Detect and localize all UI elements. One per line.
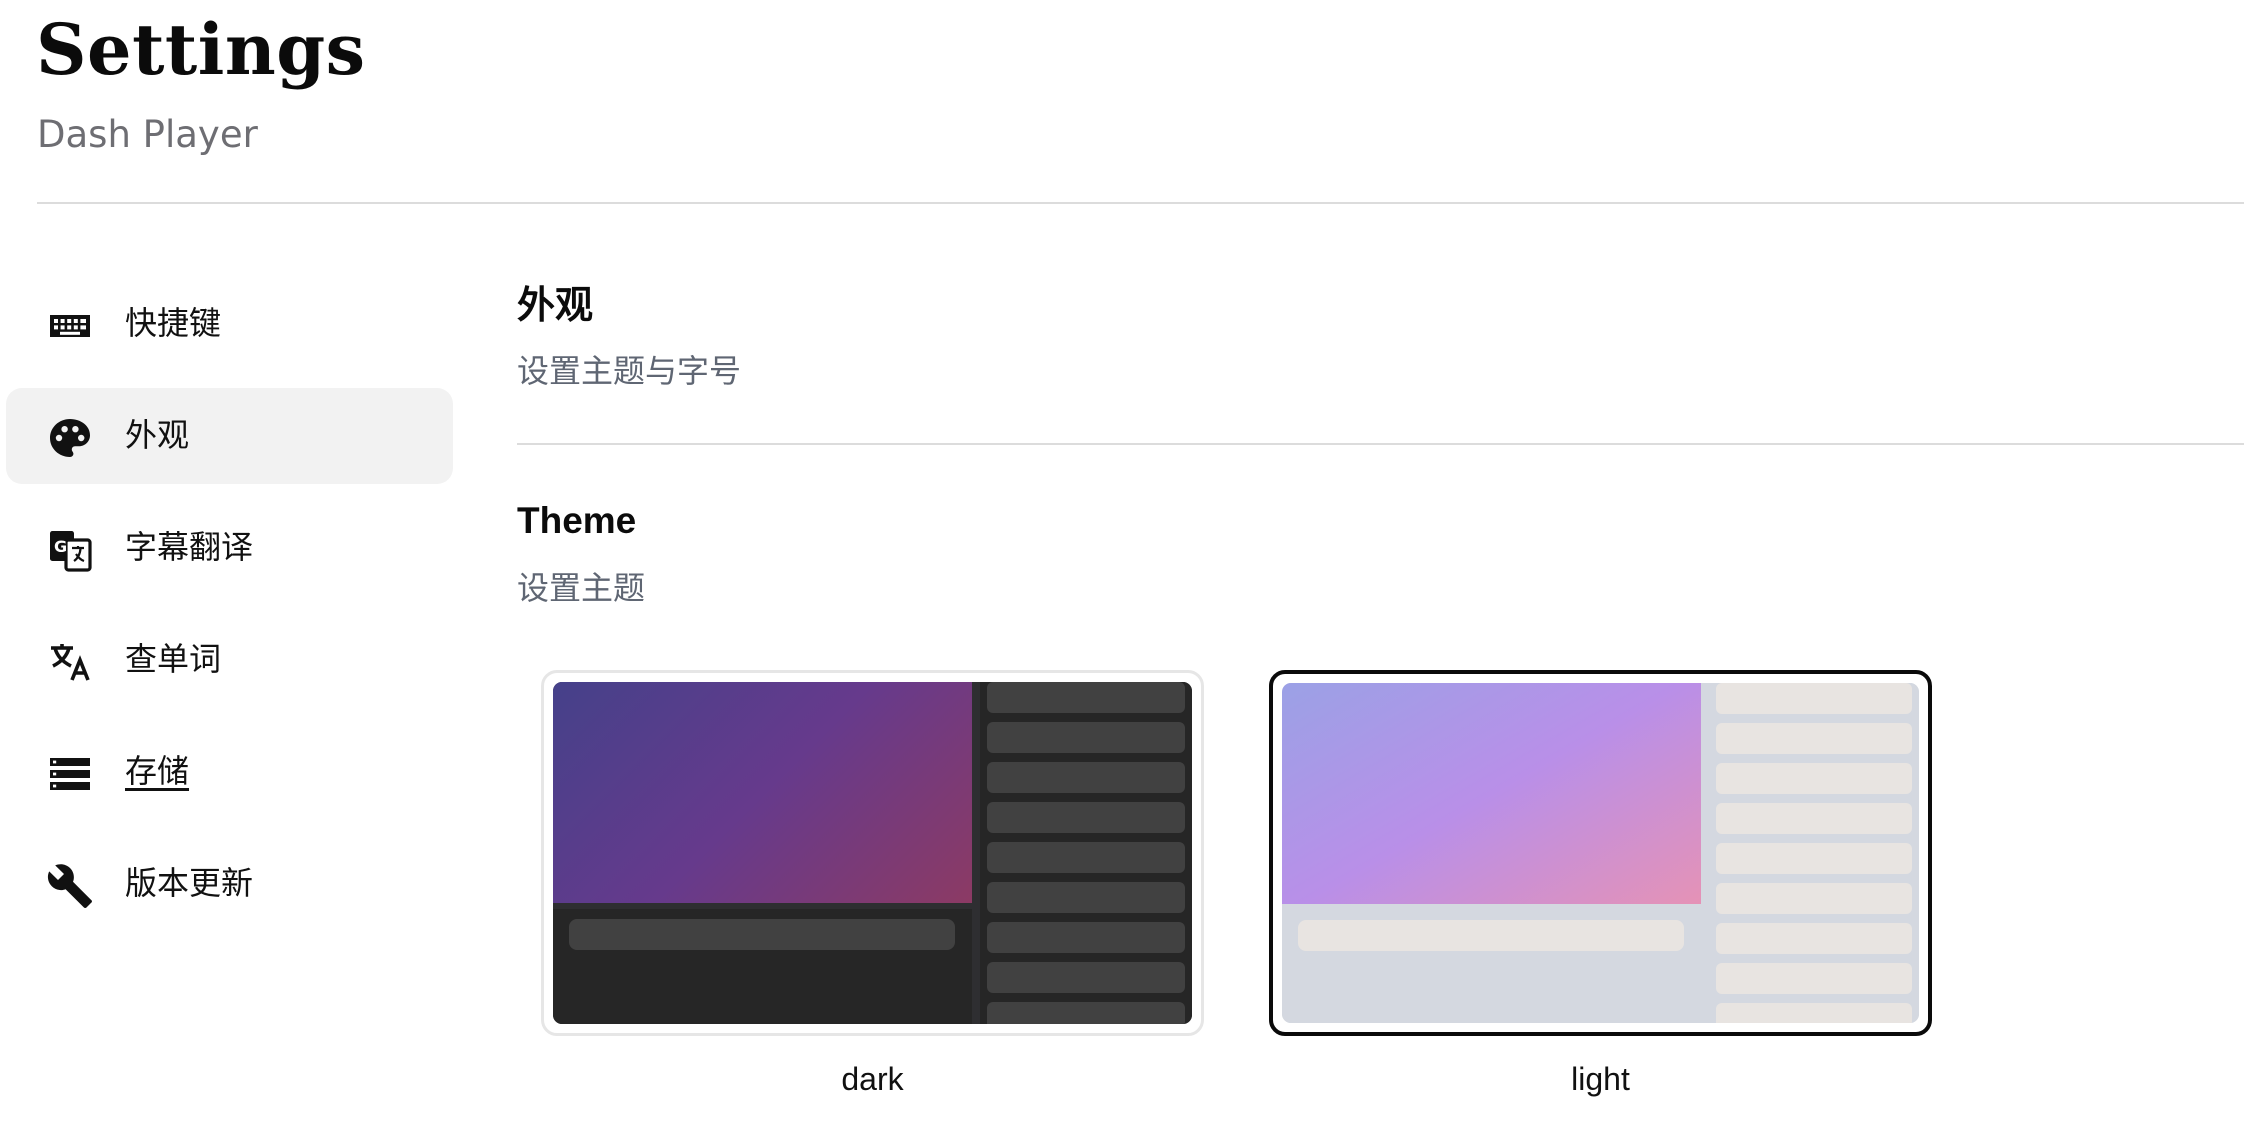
header-divider (37, 202, 2244, 204)
theme-subtitle: 设置主题 (517, 569, 646, 607)
preview-video-area (553, 682, 972, 903)
svg-text:G: G (54, 537, 67, 556)
preview-list-row (1716, 843, 1912, 874)
preview-list-row (1716, 763, 1912, 794)
preview-list-row (1716, 963, 1912, 994)
preview-video-area (1282, 683, 1701, 904)
preview-list-row (1716, 683, 1912, 714)
sidebar-item-updates[interactable]: 版本更新 (6, 836, 453, 932)
preview-list-row (1716, 803, 1912, 834)
preview-list-row (1716, 1003, 1912, 1023)
theme-option-dark[interactable] (541, 670, 1204, 1036)
preview-list-row (987, 682, 1185, 713)
sidebar-item-label: 外观 (125, 416, 190, 454)
preview-subtitle-bar (569, 919, 955, 950)
translate-icon: G (46, 526, 94, 574)
theme-option-light[interactable] (1269, 670, 1932, 1036)
theme-preview-dark (553, 682, 1192, 1024)
preview-control-area (1282, 910, 1701, 1023)
section-divider (517, 443, 2244, 445)
storage-icon (46, 750, 94, 798)
sidebar-item-storage[interactable]: 存储 (6, 724, 453, 820)
sidebar-item-label: 快捷键 (125, 304, 222, 342)
theme-label-dark: dark (841, 1061, 904, 1097)
preview-list-row (987, 842, 1185, 873)
preview-list-row (987, 722, 1185, 753)
preview-sidebar (980, 682, 1192, 1024)
theme-heading: Theme (517, 500, 637, 541)
sidebar-item-label: 字幕翻译 (125, 528, 254, 566)
page-title: Settings (36, 8, 366, 91)
preview-list-row (987, 1002, 1185, 1024)
preview-list-row (987, 962, 1185, 993)
app-name: Dash Player (37, 113, 258, 156)
preview-list-row (987, 802, 1185, 833)
preview-list-row (1716, 883, 1912, 914)
theme-label-light: light (1571, 1061, 1630, 1097)
theme-preview-light (1282, 683, 1919, 1023)
preview-list-row (1716, 923, 1912, 954)
keyboard-icon (46, 302, 94, 350)
preview-list-row (987, 882, 1185, 913)
preview-control-area (553, 909, 972, 1024)
language-icon (46, 638, 94, 686)
preview-list-row (987, 922, 1185, 953)
sidebar-item-label: 版本更新 (125, 864, 254, 902)
preview-list-row (1716, 723, 1912, 754)
palette-icon (46, 414, 94, 462)
wrench-icon (46, 862, 94, 910)
sidebar-item-subtitle-translation[interactable]: G 字幕翻译 (6, 500, 453, 596)
sidebar-item-appearance[interactable]: 外观 (6, 388, 453, 484)
sidebar-item-label: 查单词 (125, 640, 222, 678)
preview-sidebar (1709, 683, 1919, 1023)
sidebar-item-label: 存储 (125, 752, 190, 790)
sidebar-item-lookup-word[interactable]: 查单词 (6, 612, 453, 708)
section-title: 外观 (517, 283, 594, 327)
section-subtitle: 设置主题与字号 (517, 352, 742, 390)
sidebar-item-shortcuts[interactable]: 快捷键 (6, 276, 453, 372)
preview-list-row (987, 762, 1185, 793)
preview-subtitle-bar (1298, 920, 1684, 951)
